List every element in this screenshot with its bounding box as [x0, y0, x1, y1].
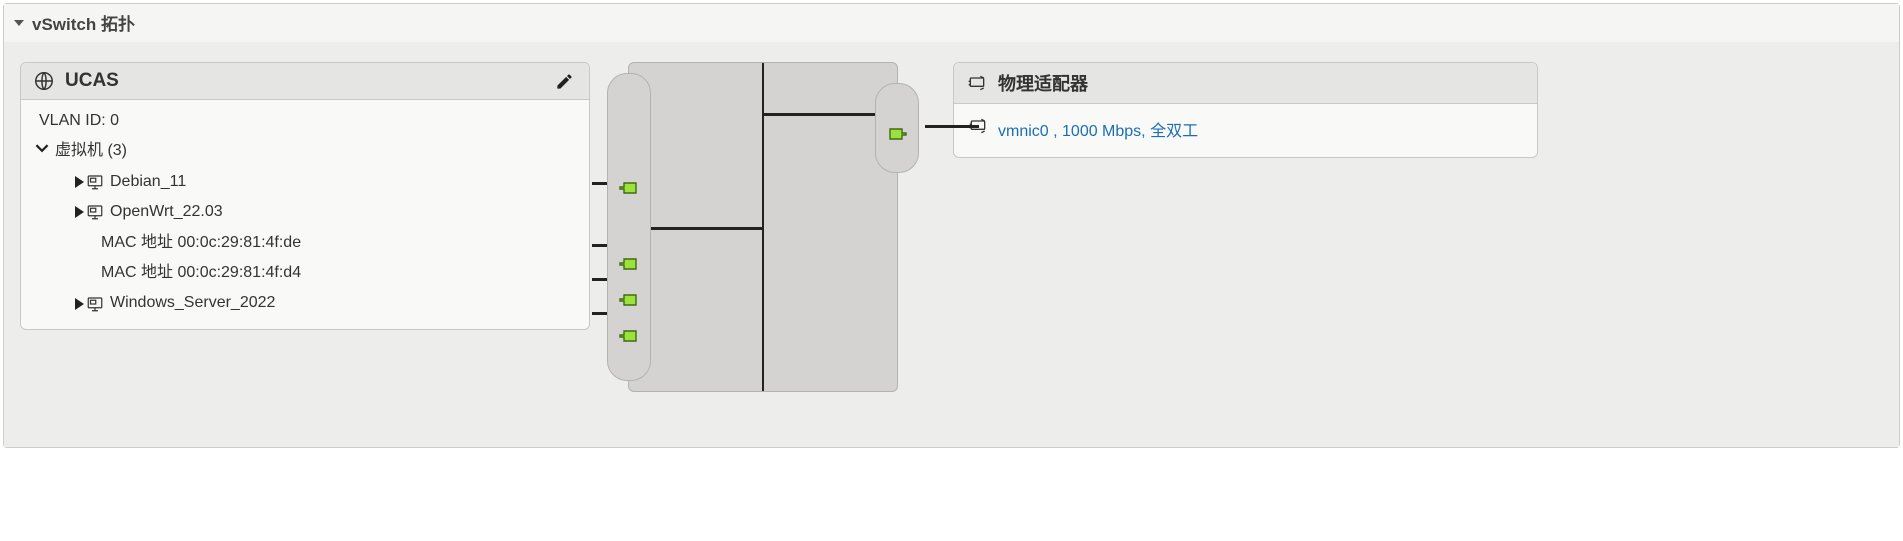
vm-icon: [86, 203, 104, 221]
physical-adapters-body: vmnic0 , 1000 Mbps, 全双工: [954, 104, 1537, 157]
expand-toggle-icon[interactable]: [75, 176, 84, 188]
pnic-icon: [968, 116, 988, 141]
vm-row[interactable]: Debian_11: [35, 167, 575, 197]
expand-toggle-icon[interactable]: [75, 298, 84, 310]
switch-body: [628, 62, 898, 392]
pnic-row: vmnic0 , 1000 Mbps, 全双工: [968, 112, 1523, 145]
panel-title: vSwitch 拓扑: [32, 10, 135, 35]
nic-port-icon: [885, 122, 909, 146]
pencil-icon: [555, 72, 574, 91]
physical-adapters-header: 物理适配器: [954, 63, 1537, 104]
vm-row[interactable]: Windows_Server_2022: [35, 288, 575, 318]
physical-adapters-title: 物理适配器: [998, 70, 1523, 96]
port-group-card: UCAS VLAN ID: 0 虚拟机 (3): [20, 62, 590, 330]
mac-address-row: MAC 地址 00:0c:29:81:4f:d4: [35, 258, 575, 288]
vm-icon: [86, 295, 104, 313]
vswitch-topology-panel: vSwitch 拓扑 UCAS: [3, 3, 1900, 448]
vm-icon: [86, 173, 104, 191]
nic-port-icon: [617, 288, 641, 312]
network-group-icon: [33, 70, 55, 92]
vlan-id-label: VLAN ID: 0: [35, 106, 575, 136]
vm-name: Debian_11: [110, 167, 186, 197]
vm-name: OpenWrt_22.03: [110, 197, 223, 227]
panel-body: UCAS VLAN ID: 0 虚拟机 (3): [4, 42, 1899, 447]
vm-list-header: 虚拟机 (3): [55, 136, 127, 166]
nic-port-icon: [617, 252, 641, 276]
vm-list-toggle[interactable]: 虚拟机 (3): [35, 136, 575, 166]
chevron-down-icon: [14, 18, 24, 28]
port-group-header: UCAS: [21, 63, 589, 100]
port-group-body: VLAN ID: 0 虚拟机 (3): [21, 100, 589, 329]
pnic-icon: [966, 72, 988, 94]
chevron-down-icon: [35, 136, 49, 166]
vm-row[interactable]: OpenWrt_22.03: [35, 197, 575, 227]
right-port-dock: [875, 83, 919, 173]
port-group-name: UCAS: [65, 70, 553, 92]
vswitch-diagram: [628, 62, 898, 392]
pnic-link[interactable]: vmnic0 , 1000 Mbps, 全双工: [998, 117, 1198, 141]
vm-name: Windows_Server_2022: [110, 288, 275, 318]
nic-port-icon: [617, 176, 641, 200]
expand-toggle-icon[interactable]: [75, 206, 84, 218]
left-port-dock: [607, 73, 651, 381]
nic-port-icon: [617, 324, 641, 348]
mac-address-row: MAC 地址 00:0c:29:81:4f:de: [35, 228, 575, 258]
panel-header[interactable]: vSwitch 拓扑: [4, 4, 1899, 42]
physical-adapters-card: 物理适配器 vmnic0 , 1000 Mbps, 全双工: [953, 62, 1538, 158]
edit-button[interactable]: [553, 70, 575, 92]
